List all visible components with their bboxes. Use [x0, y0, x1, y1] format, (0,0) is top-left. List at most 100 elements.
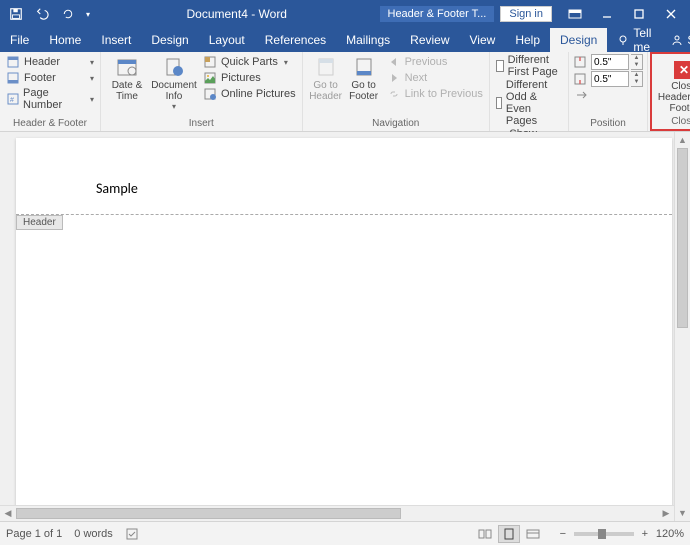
- spinner[interactable]: ▲▼: [631, 71, 643, 87]
- footer-dropdown[interactable]: Footer ▾: [4, 70, 96, 86]
- header-from-top-row: ▲▼: [573, 54, 643, 70]
- date-time-label: Date & Time: [105, 80, 149, 102]
- pictures-button[interactable]: Pictures: [201, 70, 298, 86]
- document-info-button[interactable]: Document Info ▾: [149, 54, 199, 111]
- previous-label: Previous: [405, 56, 448, 68]
- tab-references[interactable]: References: [255, 28, 336, 52]
- online-pictures-icon: [203, 87, 217, 101]
- close-header-footer-button[interactable]: ✕ Close Header and Footer: [656, 59, 690, 114]
- tab-insert[interactable]: Insert: [91, 28, 141, 52]
- zoom-slider[interactable]: [574, 532, 634, 536]
- view-buttons: [474, 525, 544, 543]
- tell-me-search[interactable]: Tell me: [607, 28, 661, 52]
- header-from-top-input[interactable]: [591, 54, 629, 70]
- tab-mailings[interactable]: Mailings: [336, 28, 400, 52]
- print-layout-button[interactable]: [498, 525, 520, 543]
- link-previous-label: Link to Previous: [405, 88, 483, 100]
- group-label-navigation: Navigation: [307, 118, 485, 131]
- goto-footer-icon: [350, 56, 378, 78]
- tab-layout[interactable]: Layout: [199, 28, 255, 52]
- calendar-icon: [113, 56, 141, 78]
- group-label-position: Position: [573, 118, 643, 131]
- different-odd-even-checkbox[interactable]: Different Odd & Even Pages: [494, 79, 564, 127]
- page[interactable]: Sample Header: [16, 138, 672, 521]
- goto-header-icon: [312, 56, 340, 78]
- pictures-icon: [203, 71, 217, 85]
- share-button[interactable]: Share: [661, 28, 690, 52]
- header-edit-area[interactable]: Sample Header: [16, 138, 672, 218]
- previous-button[interactable]: Previous: [385, 54, 485, 70]
- zoom-level[interactable]: 120%: [656, 528, 684, 540]
- goto-footer-label: Go to Footer: [345, 80, 383, 102]
- header-content-text[interactable]: Sample: [96, 180, 138, 197]
- close-window-button[interactable]: [656, 2, 686, 26]
- quick-parts-button[interactable]: Quick Parts ▾: [201, 54, 298, 70]
- scroll-left-button[interactable]: ◀: [0, 506, 16, 521]
- tab-design[interactable]: Design: [141, 28, 198, 52]
- scroll-thumb[interactable]: [16, 508, 401, 519]
- maximize-button[interactable]: [624, 2, 654, 26]
- online-pictures-button[interactable]: Online Pictures: [201, 86, 298, 102]
- goto-header-button[interactable]: Go to Header: [307, 54, 345, 102]
- scroll-track[interactable]: [675, 148, 690, 505]
- spinner[interactable]: ▲▼: [631, 54, 643, 70]
- tell-me-label: Tell me: [633, 26, 651, 54]
- group-header-footer: Header ▾ Footer ▾ # Page Number ▾ Header…: [0, 52, 101, 131]
- document-title: Document4 - Word: [94, 7, 380, 21]
- tab-help[interactable]: Help: [505, 28, 550, 52]
- footer-from-bottom-row: ▲▼: [573, 71, 643, 87]
- read-mode-button[interactable]: [474, 525, 496, 543]
- insert-alignment-tab-button[interactable]: [573, 88, 643, 102]
- goto-header-label: Go to Header: [307, 80, 345, 102]
- different-first-page-checkbox[interactable]: Different First Page: [494, 54, 564, 78]
- word-count[interactable]: 0 words: [74, 528, 113, 540]
- next-button[interactable]: Next: [385, 70, 485, 86]
- scroll-right-button[interactable]: ▶: [658, 506, 674, 521]
- chevron-down-icon: ▾: [172, 102, 176, 111]
- footer-label: Footer: [24, 72, 56, 84]
- title-bar: ▾ Document4 - Word Header & Footer T... …: [0, 0, 690, 28]
- quick-parts-label: Quick Parts: [221, 56, 278, 68]
- zoom-in-button[interactable]: +: [638, 527, 652, 541]
- group-label-close: Close: [656, 116, 690, 129]
- tab-review[interactable]: Review: [400, 28, 459, 52]
- svg-text:#: #: [10, 97, 14, 104]
- chevron-down-icon: ▾: [90, 58, 94, 67]
- page-number-dropdown[interactable]: # Page Number ▾: [4, 86, 96, 112]
- pictures-label: Pictures: [221, 72, 261, 84]
- date-time-button[interactable]: Date & Time: [105, 54, 149, 102]
- tab-home[interactable]: Home: [39, 28, 91, 52]
- page-status[interactable]: Page 1 of 1: [6, 528, 62, 540]
- zoom-slider-knob[interactable]: [598, 529, 606, 539]
- vertical-scrollbar[interactable]: ▲ ▼: [674, 132, 690, 521]
- header-label: Header: [24, 56, 60, 68]
- document-info-icon: [160, 56, 188, 78]
- zoom-out-button[interactable]: −: [556, 527, 570, 541]
- qat-dropdown[interactable]: ▾: [82, 2, 94, 26]
- group-label-header-footer: Header & Footer: [4, 118, 96, 131]
- tab-file[interactable]: File: [0, 28, 39, 52]
- scroll-track[interactable]: [16, 506, 658, 521]
- scroll-down-button[interactable]: ▼: [675, 505, 690, 521]
- spellcheck-icon[interactable]: [125, 527, 139, 541]
- ribbon-options-button[interactable]: [560, 2, 590, 26]
- scroll-up-button[interactable]: ▲: [675, 132, 690, 148]
- redo-button[interactable]: [56, 2, 80, 26]
- save-button[interactable]: [4, 2, 28, 26]
- tab-view[interactable]: View: [460, 28, 506, 52]
- tab-icon: [575, 89, 589, 101]
- header-separator: [16, 214, 672, 215]
- sign-in-button[interactable]: Sign in: [500, 6, 552, 22]
- link-previous-button[interactable]: Link to Previous: [385, 86, 485, 102]
- web-layout-button[interactable]: [522, 525, 544, 543]
- footer-from-bottom-input[interactable]: [591, 71, 629, 87]
- quick-access-toolbar: ▾: [4, 2, 94, 26]
- scroll-thumb[interactable]: [677, 148, 688, 328]
- goto-footer-button[interactable]: Go to Footer: [345, 54, 383, 102]
- document-info-label: Document Info: [149, 80, 199, 102]
- horizontal-scrollbar[interactable]: ◀ ▶: [0, 505, 674, 521]
- undo-button[interactable]: [30, 2, 54, 26]
- header-dropdown[interactable]: Header ▾: [4, 54, 96, 70]
- minimize-button[interactable]: [592, 2, 622, 26]
- tab-header-footer-design[interactable]: Design: [550, 28, 607, 52]
